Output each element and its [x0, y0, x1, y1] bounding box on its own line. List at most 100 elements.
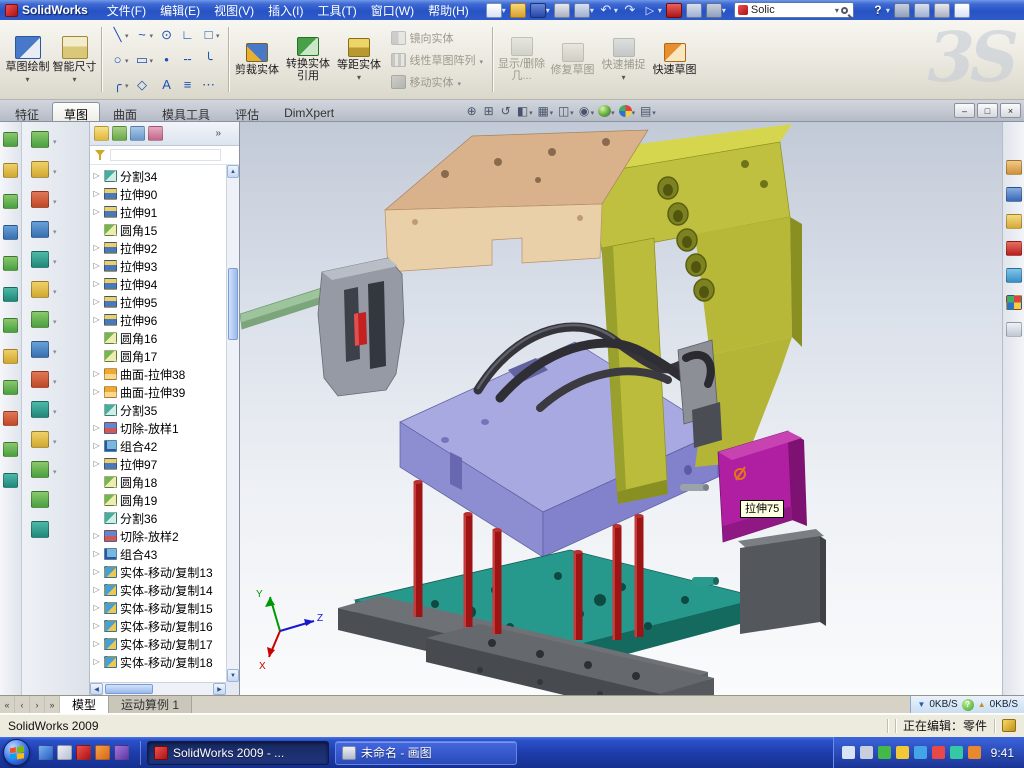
expand-arrow-icon[interactable]	[92, 640, 101, 648]
side-tool-icon[interactable]	[3, 318, 18, 333]
feature-tree-item[interactable]: 切除-放样2	[92, 527, 225, 545]
net-speed-widget[interactable]: 0KB/S ? 0KB/S	[910, 696, 1024, 713]
design-library-icon[interactable]	[1006, 187, 1022, 202]
menu-item[interactable]: 窗口(W)	[364, 0, 421, 21]
expand-arrow-icon[interactable]	[92, 208, 101, 216]
expand-arrow-icon[interactable]	[92, 604, 101, 612]
feature-tree-item[interactable]: 组合43	[92, 545, 225, 563]
expand-arrow-icon[interactable]	[92, 532, 101, 540]
configurationmanager-tab-icon[interactable]	[130, 126, 145, 141]
sketch-tool-button[interactable]: □	[199, 22, 222, 46]
commandmanager-tab[interactable]: 特征	[3, 102, 51, 121]
commandmanager-tab[interactable]: DimXpert	[272, 102, 346, 121]
new-document-icon[interactable]	[486, 3, 506, 18]
zoom-area-icon[interactable]: ⊞	[482, 105, 495, 117]
side-tool-button[interactable]	[31, 371, 89, 388]
zoom-fit-icon[interactable]: ⊕	[465, 105, 478, 117]
feature-tree-item[interactable]: 圆角15	[92, 221, 225, 239]
view-palette-icon[interactable]	[1006, 268, 1022, 283]
feature-tree-item[interactable]: 圆角18	[92, 473, 225, 491]
feature-tree-item[interactable]: 分割36	[92, 509, 225, 527]
expand-arrow-icon[interactable]	[92, 316, 101, 324]
sketch-tool-button[interactable]: ◇	[133, 72, 156, 96]
expand-arrow-icon[interactable]	[92, 172, 101, 180]
side-tool-icon[interactable]	[3, 411, 18, 426]
edit-sketch-status-icon[interactable]	[1002, 719, 1016, 732]
feature-tree-item[interactable]: 实体-移动/复制17	[92, 635, 225, 653]
filter-input[interactable]	[110, 149, 221, 161]
close-document-button[interactable]: ×	[1000, 103, 1021, 118]
feature-tree-item[interactable]: 拉伸90	[92, 185, 225, 203]
filter-funnel-icon[interactable]	[95, 150, 106, 161]
start-button[interactable]	[3, 739, 30, 766]
trim-entities-button[interactable]: 剪裁实体	[232, 42, 283, 77]
search-magnifier-icon[interactable]	[841, 7, 848, 14]
more-tabs-chevron[interactable]: »	[215, 128, 221, 139]
sketch-tool-button[interactable]: ~	[133, 22, 156, 46]
move-entities-button[interactable]: 移动实体	[388, 73, 487, 91]
side-tool-button[interactable]	[31, 431, 89, 448]
solidworks-resources-icon[interactable]	[1006, 160, 1022, 175]
scroll-right-icon[interactable]	[213, 683, 226, 695]
redo-icon[interactable]	[622, 3, 638, 18]
feature-tree-item[interactable]: 拉伸96	[92, 311, 225, 329]
apply-scene-icon[interactable]	[619, 104, 636, 118]
linear-sketch-pattern-button[interactable]: 线性草图阵列	[388, 51, 487, 69]
featuremanager-tab-icon[interactable]	[94, 126, 109, 141]
display-delete-relations-button[interactable]: 显示/删除几...	[496, 36, 547, 83]
sketch-draw-button[interactable]: 草图绘制	[4, 34, 51, 86]
model-part-core-insert[interactable]	[240, 258, 404, 396]
commandmanager-tab[interactable]: 曲面	[101, 102, 149, 121]
expand-arrow-icon[interactable]	[92, 262, 101, 270]
scroll-thumb[interactable]	[228, 268, 238, 340]
side-tool-icon[interactable]	[3, 442, 18, 457]
search-tab-icon[interactable]	[1006, 241, 1022, 256]
expand-arrow-icon[interactable]	[92, 586, 101, 594]
expand-arrow-icon[interactable]	[92, 460, 101, 468]
menu-item[interactable]: 视图(V)	[207, 0, 261, 21]
quick-launch-solidworks-icon[interactable]	[76, 745, 91, 760]
section-view-icon[interactable]: ◧	[516, 104, 533, 118]
sketch-tool-button[interactable]: ╲	[108, 22, 131, 46]
expand-arrow-icon[interactable]	[92, 622, 101, 630]
feature-tree-item[interactable]: 圆角17	[92, 347, 225, 365]
tree-vertical-scrollbar[interactable]	[226, 165, 239, 682]
help-icon[interactable]	[870, 3, 890, 18]
feature-tree-item[interactable]: 拉伸94	[92, 275, 225, 293]
pin-ui-icon[interactable]	[914, 3, 930, 18]
undo-icon[interactable]	[598, 3, 618, 18]
view-settings-icon[interactable]: ▤	[639, 104, 656, 118]
taskbar-window-button[interactable]: 未命名 - 画图	[335, 741, 517, 765]
display-style-icon[interactable]: ◫	[557, 104, 574, 118]
menu-item[interactable]: 工具(T)	[310, 0, 363, 21]
file-explorer-icon[interactable]	[1006, 214, 1022, 229]
view-orientation-icon[interactable]: ▦	[537, 104, 554, 118]
sketch-tool-button[interactable]: ≡	[178, 72, 197, 96]
expand-arrow-icon[interactable]	[92, 424, 101, 432]
side-tool-button[interactable]	[31, 491, 89, 508]
feature-tree-item[interactable]: 拉伸95	[92, 293, 225, 311]
appearances-scenes-icon[interactable]	[1006, 295, 1022, 310]
tray-icon[interactable]	[896, 746, 909, 759]
commandmanager-tab[interactable]: 草图	[52, 102, 100, 121]
feature-tree-item[interactable]: 曲面-拉伸39	[92, 383, 225, 401]
feature-tree-item[interactable]: 分割35	[92, 401, 225, 419]
search-input[interactable]	[751, 4, 835, 16]
smart-dimension-button[interactable]: 智能尺寸	[51, 34, 98, 86]
search-caret-icon[interactable]	[835, 6, 839, 15]
sketch-tool-button[interactable]: ∟	[178, 22, 197, 46]
expand-arrow-icon[interactable]	[92, 568, 101, 576]
tray-icon[interactable]	[932, 746, 945, 759]
expand-arrow-icon[interactable]	[92, 658, 101, 666]
quick-launch-app-icon[interactable]	[114, 745, 129, 760]
document-tab[interactable]: 运动算例 1	[109, 696, 192, 713]
convert-entities-button[interactable]: 转换实体引用	[283, 36, 334, 83]
side-tool-button[interactable]	[31, 161, 89, 178]
sketch-tool-button[interactable]: ⋯	[199, 72, 222, 96]
restore-document-button[interactable]: □	[977, 103, 998, 118]
menu-item[interactable]: 编辑(E)	[153, 0, 207, 21]
tray-icon[interactable]	[914, 746, 927, 759]
make-drawing-icon[interactable]	[554, 3, 570, 18]
options-icon[interactable]	[706, 3, 726, 18]
side-tool-icon[interactable]	[3, 287, 18, 302]
